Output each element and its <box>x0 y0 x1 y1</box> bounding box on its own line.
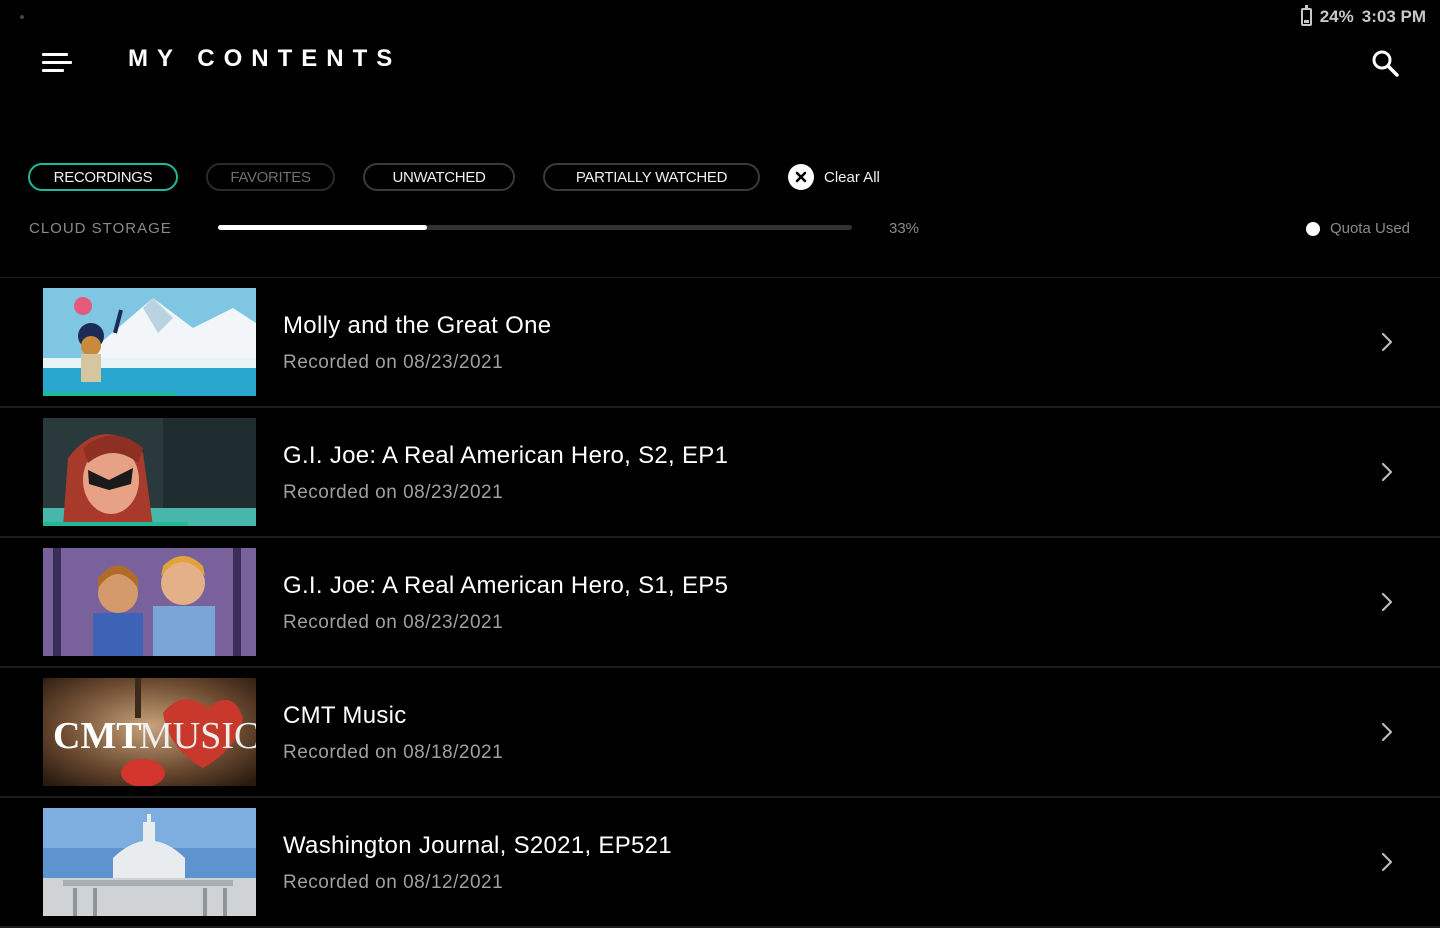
recording-row[interactable]: G.I. Joe: A Real American Hero, S1, EP5 … <box>0 538 1440 668</box>
recording-row[interactable]: G.I. Joe: A Real American Hero, S2, EP1 … <box>0 408 1440 538</box>
filter-chip-partially-watched[interactable]: PARTIALLY WATCHED <box>543 163 760 191</box>
recording-title: Molly and the Great One <box>283 312 552 339</box>
recording-title: CMT Music <box>283 702 407 729</box>
recording-date: Recorded on 08/12/2021 <box>283 872 504 893</box>
filter-chip-recordings[interactable]: RECORDINGS <box>28 163 178 191</box>
hamburger-menu-icon[interactable] <box>42 51 72 75</box>
filter-chip-favorites[interactable]: FAVORITES <box>206 163 335 191</box>
recording-row[interactable]: CMT MUSIC CMT Music Recorded on 08/18/20… <box>0 668 1440 798</box>
chevron-right-icon <box>1381 592 1393 612</box>
search-icon[interactable] <box>1370 48 1400 78</box>
quota-legend: Quota Used <box>1305 220 1410 237</box>
music-thumb-text: MUSIC <box>139 715 256 757</box>
recording-title: G.I. Joe: A Real American Hero, S1, EP5 <box>283 572 729 599</box>
recording-thumbnail <box>43 548 256 656</box>
recording-date: Recorded on 08/23/2021 <box>283 612 504 633</box>
chevron-right-icon <box>1381 722 1393 742</box>
cmt-thumb-text: CMT <box>53 715 142 757</box>
recording-row[interactable]: Washington Journal, S2021, EP521 Recorde… <box>0 798 1440 928</box>
recording-thumbnail <box>43 418 256 526</box>
filter-bar: RECORDINGS FAVORITES UNWATCHED PARTIALLY… <box>28 163 880 191</box>
recording-title: Washington Journal, S2021, EP521 <box>283 832 672 859</box>
recordings-list: Molly and the Great One Recorded on 08/2… <box>0 277 1440 928</box>
clear-all-button[interactable]: Clear All <box>788 164 880 190</box>
recording-thumbnail: CMT MUSIC <box>43 678 256 786</box>
storage-label: CLOUD STORAGE <box>29 220 172 237</box>
chevron-right-icon <box>1381 462 1393 482</box>
recording-date: Recorded on 08/18/2021 <box>283 742 504 763</box>
recording-title: G.I. Joe: A Real American Hero, S2, EP1 <box>283 442 729 469</box>
status-right: 24% 3:03 PM <box>1300 5 1426 27</box>
quota-legend-label: Quota Used <box>1329 220 1410 237</box>
filter-chip-unwatched[interactable]: UNWATCHED <box>363 163 515 191</box>
storage-progress-bar <box>218 225 852 230</box>
quota-dot-icon <box>1305 221 1320 236</box>
recording-row[interactable]: Molly and the Great One Recorded on 08/2… <box>0 278 1440 408</box>
clock: 3:03 PM <box>1361 7 1426 26</box>
cloud-storage: CLOUD STORAGE 33% Quota Used <box>29 218 1410 240</box>
recording-date: Recorded on 08/23/2021 <box>283 352 504 373</box>
recording-thumbnail <box>43 288 256 396</box>
battery-icon <box>1300 5 1312 26</box>
status-bar: 24% 3:03 PM <box>0 0 1440 36</box>
chevron-right-icon <box>1381 332 1393 352</box>
recording-date: Recorded on 08/23/2021 <box>283 482 504 503</box>
storage-progress-fill <box>218 225 428 230</box>
app-header: MY CONTENTS <box>0 36 1440 88</box>
watch-progress-bar <box>43 392 176 396</box>
close-circle-icon <box>788 164 814 190</box>
page-title: MY CONTENTS <box>128 45 402 72</box>
clear-all-label: Clear All <box>824 168 880 186</box>
notification-dot <box>20 15 24 19</box>
battery-percent: 24% <box>1319 7 1354 26</box>
chevron-right-icon <box>1381 852 1393 872</box>
storage-percent: 33% <box>889 220 920 237</box>
watch-progress-bar <box>43 522 188 526</box>
